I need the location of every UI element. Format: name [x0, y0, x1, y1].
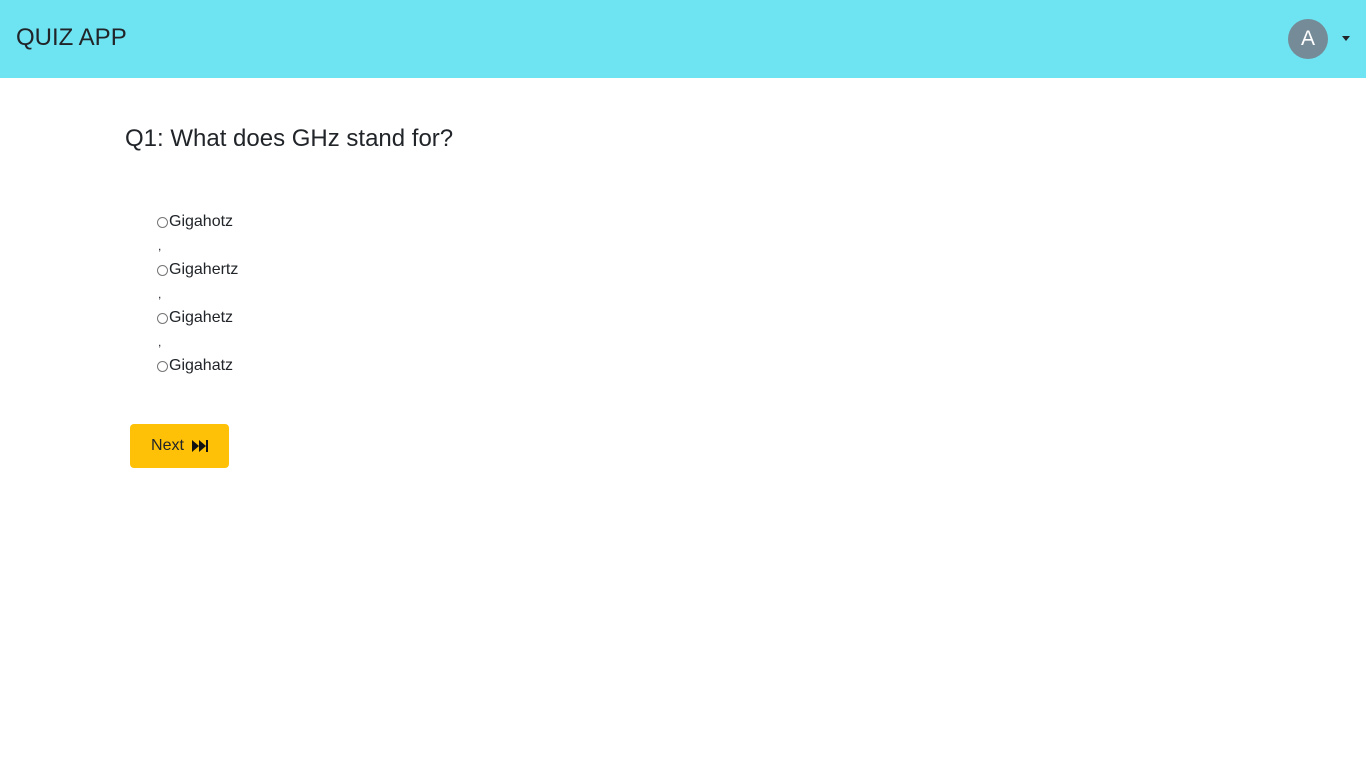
radio-button[interactable] [157, 216, 168, 228]
option-label: Gigahotz [169, 213, 234, 230]
answer-option[interactable]: Gigahatz [156, 355, 238, 377]
next-button-label: Next [151, 437, 184, 454]
navbar: QUIZ APP A [0, 0, 1366, 78]
answer-options: Gigahotz , Gigahertz , Gigahetz , Gigaha… [156, 211, 238, 377]
answer-option[interactable]: Gigahotz [156, 211, 238, 233]
option-separator: , [158, 287, 162, 301]
radio-button[interactable] [157, 360, 168, 372]
option-label: Gigahatz [169, 357, 234, 374]
app-brand[interactable]: QUIZ APP [16, 24, 127, 52]
radio-button[interactable] [157, 312, 168, 324]
answer-option[interactable]: Gigahetz [156, 307, 238, 329]
next-button[interactable]: Next [130, 424, 229, 468]
question-title: Q1: What does GHz stand for? [125, 125, 454, 152]
option-label: Gigahertz [169, 261, 239, 278]
option-separator: , [158, 335, 162, 349]
user-menu-toggle[interactable]: A [1288, 19, 1354, 59]
option-label: Gigahetz [169, 309, 234, 326]
option-separator: , [158, 239, 162, 253]
caret-down-icon[interactable] [1342, 36, 1350, 41]
user-avatar[interactable]: A [1288, 19, 1328, 59]
fast-forward-icon [191, 440, 208, 452]
answer-option[interactable]: Gigahertz [156, 259, 238, 281]
radio-button[interactable] [157, 264, 168, 276]
